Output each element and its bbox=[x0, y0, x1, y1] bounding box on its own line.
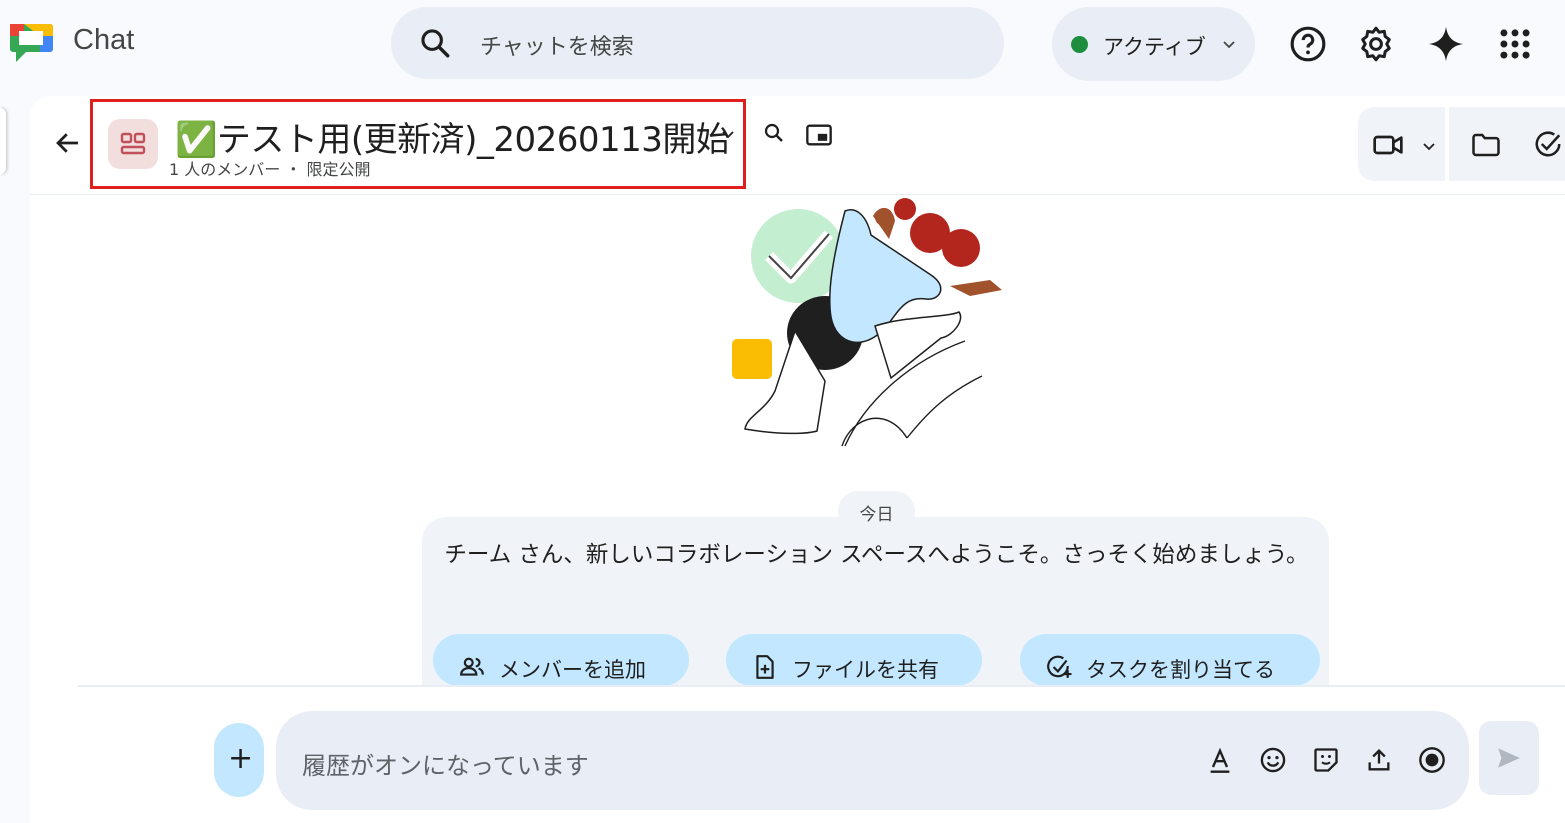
app-name: Chat bbox=[73, 24, 135, 56]
emoji-icon[interactable] bbox=[1259, 746, 1287, 774]
files-tasks-group bbox=[1449, 107, 1565, 181]
composer-divider bbox=[78, 685, 1565, 687]
send-icon bbox=[1498, 748, 1520, 768]
add-people-icon bbox=[460, 657, 484, 676]
share-file-icon bbox=[756, 655, 774, 679]
video-call-button[interactable] bbox=[1358, 107, 1445, 181]
search-input[interactable]: チャットを検索 bbox=[480, 29, 634, 61]
chevron-down-icon[interactable] bbox=[1421, 138, 1437, 154]
share-file-label: ファイルを共有 bbox=[792, 658, 939, 682]
tasks-icon[interactable] bbox=[1533, 129, 1563, 159]
settings-icon[interactable] bbox=[1357, 25, 1395, 63]
record-icon[interactable] bbox=[1418, 746, 1446, 774]
picture-in-picture-icon[interactable] bbox=[805, 121, 833, 149]
add-attachment-button[interactable]: + bbox=[214, 723, 264, 797]
gemini-icon[interactable] bbox=[1427, 25, 1465, 63]
google-chat-logo bbox=[10, 24, 53, 62]
assign-task-icon bbox=[1047, 655, 1072, 678]
message-input[interactable]: 履歴がオンになっています bbox=[302, 746, 589, 781]
send-button[interactable] bbox=[1479, 721, 1539, 795]
header-divider bbox=[30, 194, 1565, 195]
welcome-message: チーム さん、新しいコラボレーション スペースへようこそ。さっそく始めましょう。 bbox=[444, 542, 1309, 568]
sticker-icon[interactable] bbox=[1312, 746, 1340, 774]
assign-task-button[interactable]: タスクを割り当てる bbox=[1020, 634, 1320, 686]
chevron-down-icon[interactable] bbox=[1221, 36, 1237, 52]
add-members-button[interactable]: メンバーを追加 bbox=[433, 634, 689, 686]
share-file-button[interactable]: ファイルを共有 bbox=[726, 634, 982, 686]
assign-task-label: タスクを割り当てる bbox=[1086, 658, 1275, 682]
upload-icon[interactable] bbox=[1365, 746, 1393, 774]
search-icon[interactable] bbox=[418, 26, 452, 60]
files-icon[interactable] bbox=[1471, 130, 1501, 160]
sidebar-handle[interactable] bbox=[0, 108, 6, 174]
format-text-icon[interactable] bbox=[1206, 746, 1234, 774]
date-divider: 今日 bbox=[838, 491, 915, 531]
video-call-icon bbox=[1373, 135, 1403, 155]
help-icon[interactable] bbox=[1289, 25, 1327, 63]
status-dot-icon bbox=[1071, 36, 1088, 53]
apps-grid-icon[interactable] bbox=[1496, 25, 1534, 63]
highlight-box bbox=[90, 99, 746, 189]
search-in-space-icon[interactable] bbox=[762, 121, 786, 145]
plus-icon: + bbox=[228, 741, 254, 776]
welcome-illustration bbox=[732, 198, 1002, 447]
back-arrow-icon[interactable] bbox=[53, 128, 83, 158]
add-members-label: メンバーを追加 bbox=[499, 658, 646, 682]
status-label[interactable]: アクティブ bbox=[1103, 31, 1206, 61]
